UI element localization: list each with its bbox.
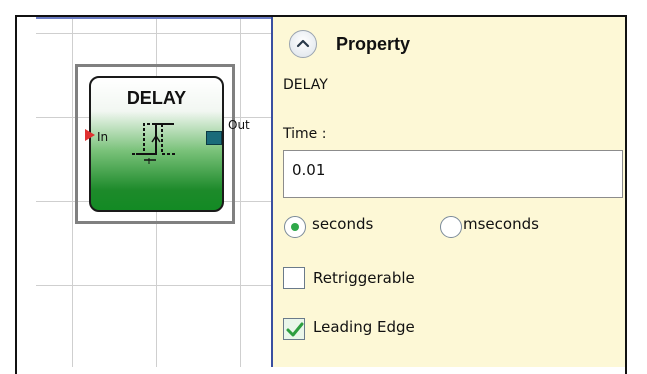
property-header: Property (336, 34, 411, 54)
checkmark-icon (286, 322, 304, 337)
input-pin-icon[interactable] (85, 129, 95, 141)
time-input[interactable]: 0.01 (283, 150, 623, 198)
output-pin-icon[interactable] (206, 131, 222, 145)
retriggerable-label[interactable]: Retriggerable (313, 269, 415, 287)
input-pin-label: In (97, 130, 109, 144)
retriggerable-checkbox[interactable] (283, 267, 305, 289)
leading-edge-checkbox[interactable] (283, 318, 305, 340)
selected-block-name: DELAY (283, 77, 328, 93)
collapse-button[interactable] (289, 30, 317, 58)
leading-edge-label[interactable]: Leading Edge (313, 318, 415, 336)
time-label: Time : (283, 126, 327, 142)
canvas-top-border (36, 17, 273, 19)
pulse-delay-icon (132, 123, 176, 164)
block-title: DELAY (126, 88, 187, 108)
seconds-radio[interactable] (284, 216, 306, 238)
mseconds-radio-label[interactable]: mseconds (463, 215, 539, 233)
seconds-radio-label[interactable]: seconds (312, 215, 373, 233)
output-pin-label: Out (228, 118, 250, 132)
mseconds-radio[interactable] (440, 216, 462, 238)
chevron-up-icon (296, 39, 310, 48)
